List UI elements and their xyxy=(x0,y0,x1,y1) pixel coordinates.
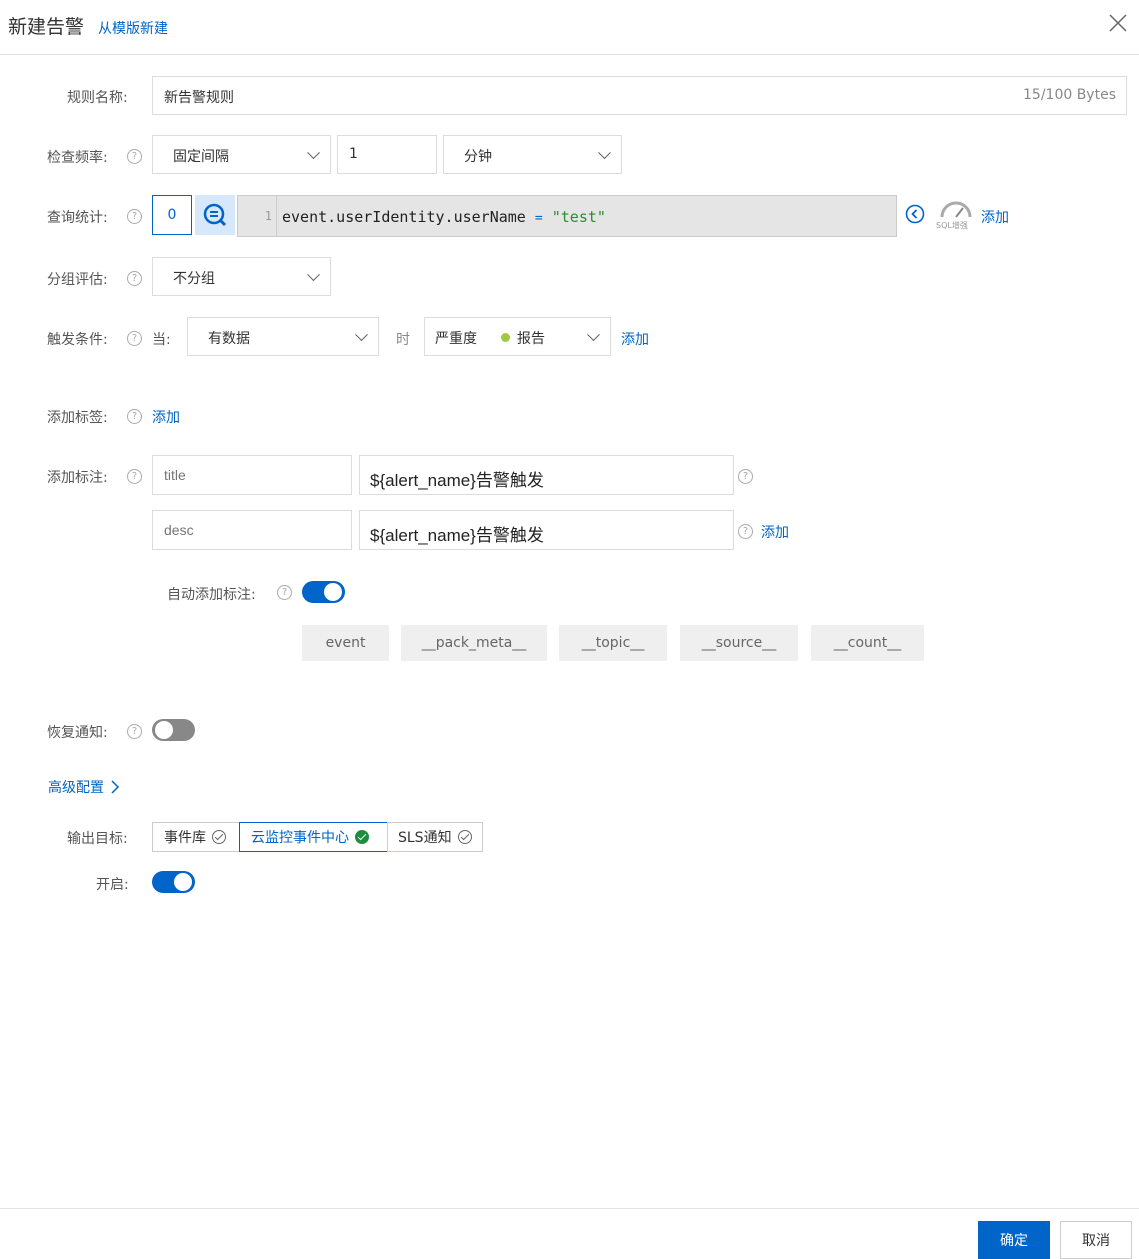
check-freq-interval-input[interactable]: 1 xyxy=(337,135,437,174)
output-target-event-store[interactable]: 事件库 xyxy=(152,822,240,852)
query-search-button[interactable] xyxy=(195,195,235,235)
group-eval-select[interactable]: 不分组 xyxy=(152,257,331,296)
annotation-value: ${alert_name}告警触发 xyxy=(370,526,544,545)
check-freq-mode-value: 固定间隔 xyxy=(173,149,229,165)
annotation-chip[interactable]: event xyxy=(302,625,389,661)
output-target-cloudmonitor[interactable]: 云监控事件中心 xyxy=(239,822,388,852)
dialog-header: 新建告警 从模版新建 xyxy=(0,0,1139,55)
help-icon[interactable]: ? xyxy=(127,149,142,164)
help-icon[interactable]: ? xyxy=(738,469,753,484)
speedometer-icon xyxy=(940,201,972,218)
auto-annotation-label: 自动添加标注: xyxy=(167,587,256,603)
help-icon[interactable]: ? xyxy=(127,209,142,224)
chevron-down-icon xyxy=(598,145,611,159)
annotation-key-input[interactable] xyxy=(152,455,352,495)
close-icon[interactable] xyxy=(1107,12,1129,34)
rule-name-input[interactable]: 新告警规则 15/100 Bytes xyxy=(152,76,1127,115)
search-icon xyxy=(203,203,227,227)
annotation-value-input[interactable]: ${alert_name}告警触发 xyxy=(359,455,734,495)
confirm-button[interactable]: 确定 xyxy=(978,1221,1050,1259)
annotations-add-link[interactable]: 添加 xyxy=(761,522,789,542)
chevron-left-circle-icon[interactable] xyxy=(905,204,925,224)
check-freq-interval-value: 1 xyxy=(349,146,358,162)
cancel-button[interactable]: 取消 xyxy=(1060,1221,1132,1259)
annotation-chip[interactable]: __pack_meta__ xyxy=(401,625,547,661)
query-code: event.userIdentity.userName = "test" xyxy=(282,208,606,226)
chevron-right-icon xyxy=(111,780,120,794)
help-icon[interactable]: ? xyxy=(127,409,142,424)
enable-label: 开启: xyxy=(96,877,129,893)
output-target-label: SLS通知 xyxy=(398,830,452,846)
auto-annotation-toggle[interactable] xyxy=(302,581,345,603)
severity-select[interactable]: 严重度 报告 xyxy=(424,317,611,356)
annotation-key-input[interactable] xyxy=(152,510,352,550)
output-target-label: 事件库 xyxy=(164,830,206,846)
trigger-condition-select[interactable]: 有数据 xyxy=(187,317,379,356)
check-freq-label: 检查频率: xyxy=(47,150,108,166)
tags-label: 添加标签: xyxy=(47,410,108,426)
group-eval-value: 不分组 xyxy=(173,271,215,287)
output-target-sls[interactable]: SLS通知 xyxy=(387,822,483,852)
query-editor[interactable]: 1 event.userIdentity.userName = "test" xyxy=(237,195,897,237)
template-create-link[interactable]: 从模版新建 xyxy=(98,18,168,38)
sql-enhance-label: SQL增强 xyxy=(936,221,968,230)
query-index-tab[interactable]: 0 xyxy=(152,195,192,235)
help-icon[interactable]: ? xyxy=(277,585,292,600)
trigger-then-label: 时 xyxy=(396,332,410,348)
trigger-label: 触发条件: xyxy=(47,332,108,348)
check-freq-mode-select[interactable]: 固定间隔 xyxy=(152,135,331,174)
annotation-chip[interactable]: __source__ xyxy=(680,625,798,661)
tags-add-link[interactable]: 添加 xyxy=(152,407,180,427)
dialog-title: 新建告警 xyxy=(8,16,85,38)
rule-name-counter: 15/100 Bytes xyxy=(1023,87,1116,103)
trigger-add-link[interactable]: 添加 xyxy=(621,329,649,349)
query-label: 查询统计: xyxy=(47,210,108,226)
trigger-condition-value: 有数据 xyxy=(208,331,250,347)
group-eval-label: 分组评估: xyxy=(47,272,108,288)
trigger-when-label: 当: xyxy=(152,332,171,348)
check-freq-unit-select[interactable]: 分钟 xyxy=(443,135,622,174)
check-circle-icon xyxy=(457,830,472,844)
chevron-down-icon xyxy=(355,327,368,341)
help-icon[interactable]: ? xyxy=(127,724,142,739)
enable-toggle[interactable] xyxy=(152,871,195,893)
severity-dot xyxy=(501,333,510,342)
check-circle-icon xyxy=(212,830,226,844)
annotations-label: 添加标注: xyxy=(47,470,108,486)
rule-name-value: 新告警规则 xyxy=(164,90,234,106)
annotation-chip[interactable]: __topic__ xyxy=(559,625,667,661)
sql-enhance-toggle[interactable]: SQL增强 xyxy=(935,200,975,232)
recovery-toggle[interactable] xyxy=(152,719,195,741)
severity-value: 报告 xyxy=(517,331,545,347)
annotation-value: ${alert_name}告警触发 xyxy=(370,471,544,490)
footer-divider xyxy=(0,1208,1139,1209)
chevron-down-icon xyxy=(587,327,600,341)
rule-name-label: 规则名称: xyxy=(67,90,128,106)
chevron-down-icon xyxy=(307,145,320,159)
line-gutter: 1 xyxy=(238,196,277,236)
line-number: 1 xyxy=(264,209,272,223)
output-target-label: 云监控事件中心 xyxy=(251,830,349,846)
check-freq-unit-value: 分钟 xyxy=(464,149,492,165)
help-icon[interactable]: ? xyxy=(127,271,142,286)
help-icon[interactable]: ? xyxy=(127,469,142,484)
code-operator: = xyxy=(534,211,543,226)
chevron-down-icon xyxy=(307,267,320,281)
annotation-chip[interactable]: __count__ xyxy=(811,625,924,661)
query-add-link[interactable]: 添加 xyxy=(981,207,1009,227)
annotation-value-input[interactable]: ${alert_name}告警触发 xyxy=(359,510,734,550)
advanced-config-label: 高级配置 xyxy=(48,780,104,796)
help-icon[interactable]: ? xyxy=(127,331,142,346)
output-label: 输出目标: xyxy=(67,831,128,847)
advanced-config-link[interactable]: 高级配置 xyxy=(48,777,120,797)
code-value: "test" xyxy=(551,208,606,226)
recovery-label: 恢复通知: xyxy=(47,725,108,741)
code-field: event.userIdentity.userName xyxy=(282,208,526,226)
severity-label: 严重度 xyxy=(435,331,477,347)
help-icon[interactable]: ? xyxy=(738,524,753,539)
check-circle-icon xyxy=(355,830,369,844)
